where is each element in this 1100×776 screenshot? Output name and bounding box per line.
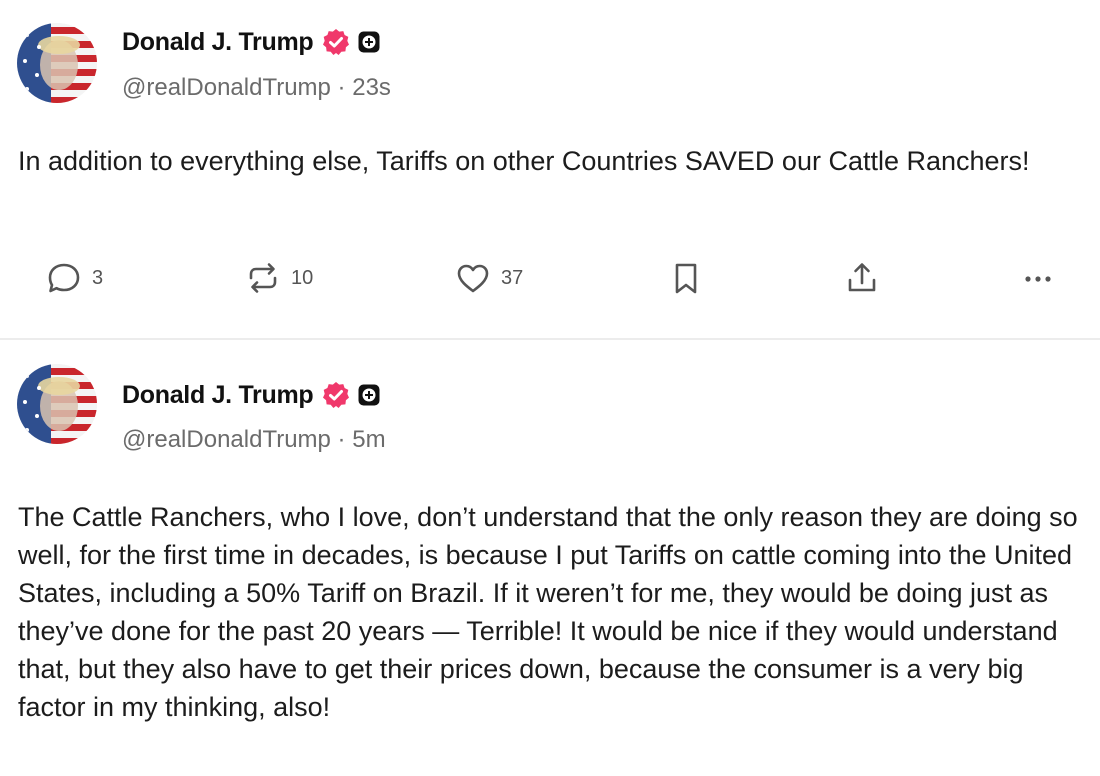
timeline-feed: Donald J. Trump @realDonaldTrump · 23s I… <box>0 0 1100 776</box>
post-body: The Cattle Ranchers, who I love, don’t u… <box>18 502 1078 722</box>
separator-dot: · <box>330 426 353 453</box>
reply-button[interactable]: 3 <box>44 256 103 300</box>
retruth-count: 10 <box>291 266 314 289</box>
plus-badge-icon <box>358 384 380 406</box>
handle-row: @realDonaldTrump · 5m <box>122 426 386 454</box>
separator-dot: · <box>330 74 353 101</box>
post-timestamp[interactable]: 23s <box>352 74 391 101</box>
post-body: In addition to everything else, Tariffs … <box>18 146 1030 176</box>
bookmark-button[interactable] <box>668 256 704 300</box>
like-count: 37 <box>501 266 524 289</box>
author-row: Donald J. Trump <box>122 377 380 413</box>
author-handle[interactable]: @realDonaldTrump <box>122 74 331 101</box>
share-icon <box>842 258 882 298</box>
share-button[interactable] <box>842 256 882 300</box>
post-actions: 3 10 37 <box>0 256 1100 300</box>
post-2[interactable]: Donald J. Trump @realDonaldTrump · 5m Th… <box>0 340 1100 776</box>
plus-badge-icon <box>358 31 380 53</box>
verified-badge-icon <box>322 381 350 409</box>
more-options-button[interactable] <box>1018 256 1058 300</box>
author-row: Donald J. Trump <box>122 24 380 60</box>
heart-icon <box>453 258 493 298</box>
post-timestamp[interactable]: 5m <box>352 426 385 453</box>
reply-icon <box>44 258 84 298</box>
reply-count: 3 <box>92 266 104 289</box>
bookmark-icon <box>668 258 704 298</box>
post-1[interactable]: Donald J. Trump @realDonaldTrump · 23s I… <box>0 0 1100 338</box>
retruth-icon <box>243 258 283 298</box>
author-display-name[interactable]: Donald J. Trump <box>122 28 314 57</box>
more-icon <box>1018 258 1058 298</box>
like-button[interactable]: 37 <box>453 256 523 300</box>
author-display-name[interactable]: Donald J. Trump <box>122 381 314 410</box>
author-handle[interactable]: @realDonaldTrump <box>122 426 331 453</box>
avatar[interactable] <box>17 364 97 444</box>
retruth-button[interactable]: 10 <box>243 256 313 300</box>
handle-row: @realDonaldTrump · 23s <box>122 74 391 102</box>
verified-badge-icon <box>322 28 350 56</box>
avatar[interactable] <box>17 23 97 103</box>
